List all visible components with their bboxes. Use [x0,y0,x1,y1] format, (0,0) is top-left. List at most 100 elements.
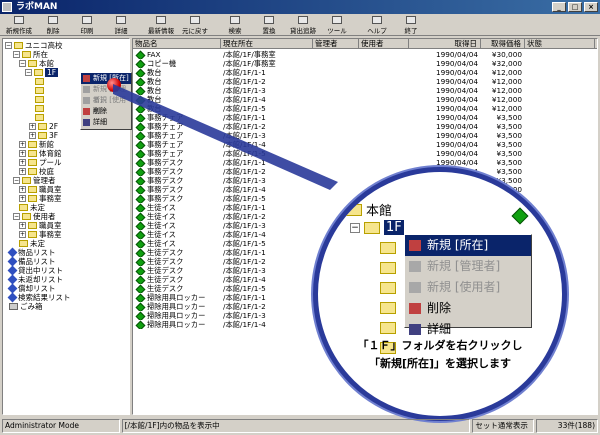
tree-node[interactable]: +2F [29,122,58,131]
table-row[interactable]: 教台/本館/1F/1-4 1990/04/04 ¥12,000 [133,95,597,104]
expand-toggle[interactable]: − [19,60,26,67]
expand-toggle[interactable]: − [13,213,20,220]
tree-node[interactable]: − 本館 [19,59,54,68]
column-header[interactable]: 状態 [525,39,595,48]
toolbar-button[interactable]: 印刷 [70,14,104,36]
tree-node[interactable]: + プール [19,158,62,167]
tree-node[interactable]: 償却リスト [7,283,56,294]
tree-node[interactable]: 検索結果リスト [7,292,71,303]
expand-toggle[interactable]: − [25,69,32,76]
zoom-tree-node[interactable]: − 1F [350,220,404,235]
tree-node[interactable]: + 校庭 [19,167,54,176]
tree-node[interactable]: + 新館 [19,140,54,149]
table-row[interactable]: 事務デスク/本館/1F/1-21990/04/04¥3,500 [133,167,597,176]
item-icon [135,212,146,221]
expand-toggle[interactable]: + [19,195,26,202]
toolbar-button[interactable]: 最新情報 [144,14,178,36]
table-row[interactable]: コピー機/本館/1F/事務室 1990/04/04 ¥32,000 [133,59,597,68]
tree-node[interactable]: 未返却リスト [7,274,63,285]
toolbar-button[interactable]: 検索 [218,14,252,36]
zoom-menu-item[interactable]: 新規 [管理者] [405,256,531,277]
tree-node[interactable]: − 使用者 [13,212,56,221]
toolbar-button[interactable]: 元に戻す [178,14,212,36]
minimize-button[interactable]: _ [552,2,566,12]
expand-toggle[interactable]: + [19,159,26,166]
zoom-menu-item[interactable]: 新規 [所在] [405,235,531,256]
expand-toggle[interactable]: + [19,168,26,175]
folder-icon [28,60,37,67]
expand-toggle[interactable]: − [13,177,20,184]
toolbar-button[interactable]: 置換 [252,14,286,36]
tree-node[interactable]: − 所在 [13,50,48,59]
column-header[interactable]: 管理者 [313,39,359,48]
column-header[interactable]: 現在所在 [221,39,313,48]
context-menu-item[interactable]: 新規 [使用者] [81,95,131,115]
table-row[interactable]: 事務チェア/本館/1F/1-5 1990/04/04 ¥3,500 [133,149,597,158]
column-header[interactable]: 取得日 [409,39,481,48]
tree-node[interactable] [35,86,46,95]
toolbar-button[interactable]: 詳細 [104,14,138,36]
expand-toggle[interactable]: − [13,51,20,58]
table-row[interactable]: 事務チェア/本館/1F/1-1 1990/04/04 ¥3,500 [133,113,597,122]
column-header[interactable]: 物品名 [133,39,221,48]
tree-node[interactable]: − ユニコ高校 [5,41,63,50]
table-row[interactable]: FAX/本館/1F/事務室 1990/04/04 ¥30,000 [133,50,597,59]
context-menu-item[interactable]: 削除 [81,106,131,117]
toolbar-button[interactable]: 新規作成 [2,14,36,36]
table-cell: /本館/1F/1-1 [221,158,313,167]
table-row[interactable]: 事務チェア/本館/1F/1-2 1990/04/04 ¥3,500 [133,122,597,131]
toolbar-button[interactable]: 貸出追跡 [286,14,320,36]
tree-node[interactable]: − 1F [25,68,59,77]
expand-toggle[interactable]: + [19,222,26,229]
zoom-menu-item[interactable]: 削除 [405,298,531,319]
toolbar-button[interactable]: ツール [320,14,354,36]
tree-node[interactable]: 貸出中リスト [7,265,63,276]
tree-node[interactable] [35,95,46,104]
tree-node[interactable]: +3F [29,131,58,140]
expand-toggle[interactable]: + [19,186,26,193]
cell-text: 掃除用具ロッカー [147,293,206,302]
table-row[interactable]: 教台/本館/1F/1-5 1990/04/04 ¥12,000 [133,104,597,113]
tree-node[interactable] [35,104,46,113]
toolbar-button[interactable]: 終了 [394,14,428,36]
expand-toggle[interactable]: + [19,150,26,157]
tree-node[interactable]: 備品リスト [7,256,56,267]
tree-node[interactable]: 未定 [19,239,45,248]
tree-node[interactable]: ごみ箱 [9,302,43,311]
expand-toggle[interactable]: + [29,123,36,130]
table-row[interactable]: 教台/本館/1F/1-1 1990/04/04 ¥12,000 [133,68,597,77]
context-menu-item[interactable]: 新規 [管理者] [81,84,131,104]
toolbar-button[interactable]: ヘルプ [360,14,394,36]
context-menu-item[interactable]: 詳細 [81,117,131,128]
tree-node[interactable] [35,113,46,122]
collapse-toggle[interactable]: − [350,222,360,233]
expand-toggle[interactable]: − [5,42,12,49]
cell-text: ¥3,500 [496,113,522,122]
tree-node[interactable] [35,77,46,86]
tree-node[interactable]: − 管理者 [13,176,56,185]
expand-toggle[interactable]: + [19,141,26,148]
table-row[interactable]: 事務デスク/本館/1F/1-31990/04/04¥3,500 [133,176,597,185]
column-header[interactable]: 使用者 [359,39,409,48]
tree-node[interactable]: + 事務室 [19,194,62,203]
tree-node[interactable]: + 体育館 [19,149,62,158]
tree-node[interactable]: 物品リスト [7,247,56,258]
tree-node[interactable]: + 職員室 [19,221,62,230]
table-row[interactable]: 事務チェア/本館/1F/1-3 1990/04/04 ¥3,500 [133,131,597,140]
tree-node[interactable]: + 職員室 [19,185,62,194]
expand-toggle[interactable]: + [19,231,26,238]
table-cell: 1990/04/04 [409,131,481,140]
zoom-menu-item[interactable]: 新規 [使用者] [405,277,531,298]
column-header[interactable]: 取得価格 [481,39,525,48]
table-row[interactable]: 事務デスク/本館/1F/1-1 1990/04/04 ¥3,500 [133,158,597,167]
expand-toggle[interactable]: + [29,132,36,139]
table-row[interactable]: 事務チェア/本館/1F/1-4 1990/04/04 ¥3,500 [133,140,597,149]
table-row[interactable]: 教台/本館/1F/1-2 1990/04/04 ¥12,000 [133,77,597,86]
close-button[interactable]: × [584,2,598,12]
toolbar-button[interactable]: 削除 [36,14,70,36]
context-menu-item[interactable]: 新規 [所在] [81,73,131,84]
tree-node[interactable]: + 事務室 [19,230,62,239]
tree-node[interactable]: 未定 [19,203,45,212]
table-row[interactable]: 教台/本館/1F/1-3 1990/04/04 ¥12,000 [133,86,597,95]
maximize-button[interactable]: □ [568,2,582,12]
